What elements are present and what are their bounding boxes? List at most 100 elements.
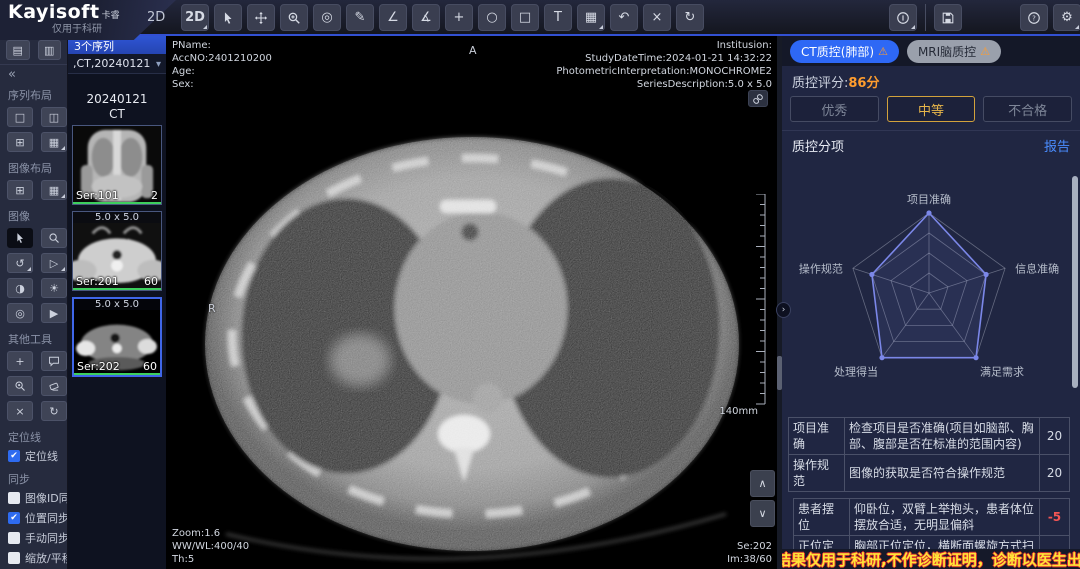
- info-tool-button[interactable]: [889, 4, 917, 31]
- series-thumbnail-201[interactable]: 5.0 x 5.0 Ser:201 60: [72, 211, 162, 291]
- crosshair-tool-button[interactable]: +: [7, 351, 33, 371]
- angle-tool-button[interactable]: ∠: [379, 4, 407, 31]
- series-thumb-title: 20240121 CT: [68, 92, 166, 122]
- grade-medium-button[interactable]: 中等: [887, 96, 976, 122]
- next-image-button[interactable]: ∨: [750, 500, 775, 527]
- reset-tool-button[interactable]: ↻: [41, 401, 67, 421]
- rectangle-tool-button[interactable]: □: [511, 4, 539, 31]
- cursor-tool-button[interactable]: [7, 228, 33, 248]
- save-tool-button[interactable]: [934, 4, 962, 31]
- tab-ct-lung-qc[interactable]: CT质控(肺部): [790, 40, 899, 63]
- top-toolbar: Kayisoft 卡睿 仅用于科研 2D 2D◎✎∠∡+○□T▦↶×↻ ?⚙: [0, 0, 1080, 36]
- positioning-line-checkbox-row[interactable]: 定位线: [0, 446, 67, 466]
- disclaimer-text: 结果仅用于科研,不作诊断证明，诊断以医生出具的诊断: [782, 549, 1080, 569]
- target-icon: ◎: [321, 11, 332, 24]
- save-icon: [941, 11, 955, 25]
- orientation-anterior-marker: A: [469, 44, 477, 57]
- svg-text:?: ?: [1032, 14, 1036, 22]
- cursor-tool-button[interactable]: [214, 4, 242, 31]
- sync-option-2-label: 手动同步: [25, 530, 68, 546]
- ellipse-tool-button[interactable]: ○: [478, 4, 506, 31]
- logo-cn-text: 卡睿: [102, 8, 120, 21]
- ai-detect-tool-button[interactable]: [7, 376, 33, 396]
- chevron-right-icon: ›: [782, 305, 786, 315]
- image-layout-3x3-tool-button[interactable]: ▦: [41, 180, 67, 200]
- svg-text:处理得当: 处理得当: [834, 365, 878, 379]
- series-thumbnail-101[interactable]: Ser:101 2: [72, 125, 162, 205]
- comment-tool-button[interactable]: [41, 351, 67, 371]
- sync-option-row[interactable]: 位置同步: [0, 508, 67, 528]
- text-annotation-tool-button[interactable]: T: [544, 4, 572, 31]
- help-tool-button[interactable]: ?: [1020, 4, 1048, 31]
- sync-option-row[interactable]: 缩放/平移: [0, 548, 67, 568]
- positioning-line-label: 定位线: [25, 448, 58, 464]
- zoom-in-tool-button[interactable]: [280, 4, 308, 31]
- sync-option-1-checkbox[interactable]: [8, 512, 20, 524]
- crosshair-tool-button[interactable]: +: [445, 4, 473, 31]
- series-thumbnail-202[interactable]: 5.0 x 5.0 Ser:202 60: [72, 297, 162, 377]
- image-count: 2: [151, 189, 158, 202]
- pencil-measure-tool-button[interactable]: ✎: [346, 4, 374, 31]
- reset-tool-button[interactable]: ↻: [676, 4, 704, 31]
- collapse-qc-panel-button[interactable]: ›: [776, 302, 791, 318]
- image-layout-2x2-tool-button[interactable]: ⊞: [7, 180, 33, 200]
- panel-scrollbar-thumb[interactable]: [1072, 176, 1078, 388]
- pan-tool-button[interactable]: [247, 4, 275, 31]
- link-series-button[interactable]: [748, 90, 768, 107]
- mode-2d-tool-button[interactable]: 2D: [181, 4, 209, 31]
- sync-option-row[interactable]: 手动同步: [0, 528, 67, 548]
- chevron-down-icon: [156, 57, 161, 70]
- report-link[interactable]: 报告: [1044, 136, 1070, 152]
- sync-option-row[interactable]: 图像ID同步: [0, 488, 67, 508]
- layout-3x3-tool-button[interactable]: ▦: [41, 132, 67, 152]
- target-tool-button[interactable]: ◎: [313, 4, 341, 31]
- viewer-layout-tool-button[interactable]: ▤: [6, 40, 30, 60]
- sync-option-0-checkbox[interactable]: [8, 492, 20, 504]
- qc-item-name: 操作规范: [789, 455, 845, 492]
- svg-text:满足需求: 满足需求: [980, 366, 1024, 379]
- series-status-overlay: Se:202 Im:38/60: [727, 540, 772, 566]
- rotate-tool-button[interactable]: ↺: [7, 253, 33, 273]
- sync-options: 图像ID同步位置同步手动同步缩放/平移窗宽窗位: [0, 488, 67, 569]
- collapse-sidebar-button[interactable]: «: [0, 65, 67, 82]
- study-dropdown[interactable]: ,CT,20240121: [68, 54, 166, 74]
- cobb-angle-tool-button[interactable]: ∡: [412, 4, 440, 31]
- dicom-qc-app: Kayisoft 卡睿 仅用于科研 2D 2D◎✎∠∡+○□T▦↶×↻ ?⚙ ▤…: [0, 0, 1080, 569]
- layout-1x2-tool-button[interactable]: ◫: [41, 107, 67, 127]
- delete-tool-button[interactable]: ×: [643, 4, 671, 31]
- sync-option-2-checkbox[interactable]: [8, 532, 20, 544]
- settings-tool-button[interactable]: ⚙: [1053, 4, 1080, 31]
- grade-excellent-button[interactable]: 优秀: [790, 96, 879, 122]
- brightness-icon: ☀: [49, 283, 59, 294]
- magnify-tool-button[interactable]: [41, 228, 67, 248]
- series-number: Ser:201: [76, 275, 119, 288]
- sync-option-3-checkbox[interactable]: [8, 552, 20, 564]
- image-navigation: ∧ ∨: [750, 470, 775, 527]
- list-icon: ▤: [13, 45, 23, 56]
- age-label: Age:: [172, 65, 272, 78]
- report-panel-tool-button[interactable]: ▥: [38, 40, 62, 60]
- positioning-line-checkbox[interactable]: [8, 450, 20, 462]
- sync-section-label: 同步: [0, 466, 67, 488]
- undo-icon: ↶: [619, 11, 630, 24]
- toolbox-sections: 序列布局□◫⊞▦图像布局⊞▦图像↺▷◑☀◎▶其他工具+×↻: [0, 82, 67, 424]
- layout-2x2-tool-button[interactable]: ⊞: [7, 132, 33, 152]
- flip-tool-button[interactable]: ▷: [41, 253, 67, 273]
- undo-tool-button[interactable]: ↶: [610, 4, 638, 31]
- eraser-tool-button[interactable]: [41, 376, 67, 396]
- layout-1x1-tool-button[interactable]: □: [7, 107, 33, 127]
- previous-image-button[interactable]: ∧: [750, 470, 775, 497]
- grade-fail-button[interactable]: 不合格: [983, 96, 1072, 122]
- invert-tool-button[interactable]: ◑: [7, 278, 33, 298]
- image-viewport[interactable]: PName: AccNO:2401210200 Age: Sex: Instit…: [166, 36, 782, 569]
- cine-play-tool-button[interactable]: ▶: [41, 303, 67, 323]
- window-level-tool-button[interactable]: ▦: [577, 4, 605, 31]
- tab-mri-brain-qc[interactable]: MRI脑质控: [907, 40, 1001, 63]
- qc-table-row: 患者摆位仰卧位，双臂上举抱头，患者体位摆放合适，无明显偏斜-5: [794, 499, 1070, 536]
- localizer-tool-button[interactable]: ◎: [7, 303, 33, 323]
- info-icon: [896, 11, 910, 25]
- delete-tool-button[interactable]: ×: [7, 401, 33, 421]
- scrollbar-thumb[interactable]: [777, 356, 782, 390]
- delete-icon: ×: [652, 11, 663, 24]
- brightness-tool-button[interactable]: ☀: [41, 278, 67, 298]
